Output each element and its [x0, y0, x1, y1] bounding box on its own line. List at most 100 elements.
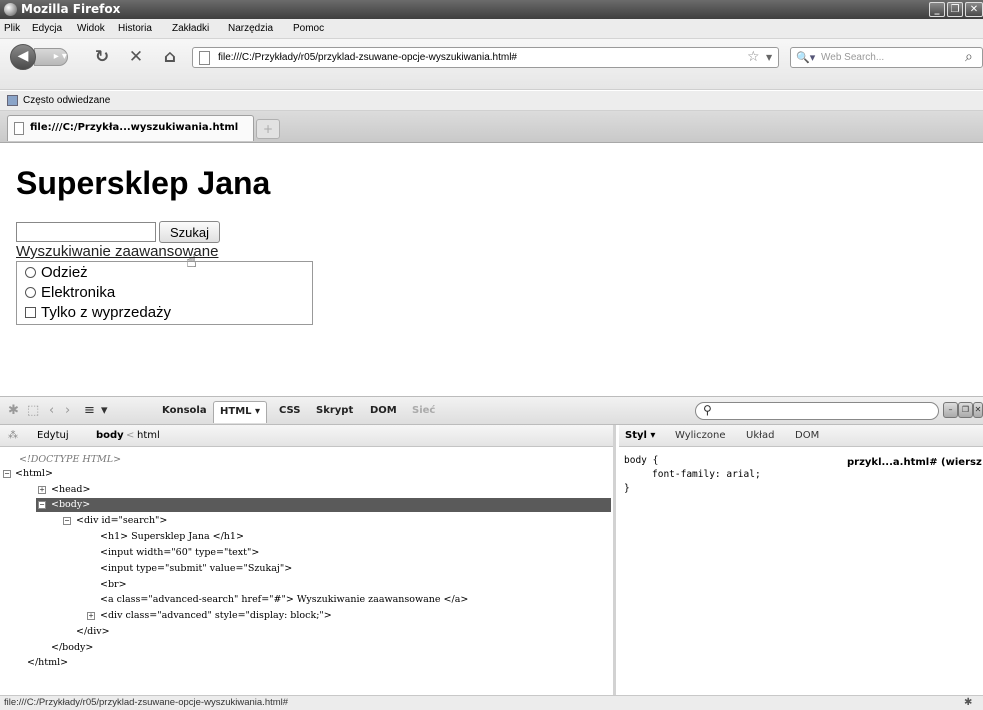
maximize-icon[interactable]: ❐	[947, 2, 963, 17]
firebug-html-panel: ⁂ Edytuj body < html <!DOCTYPE HTML> − <…	[0, 425, 616, 695]
firebug-bug-icon[interactable]: ✱	[8, 403, 19, 418]
search-engine-icon[interactable]: 🔍▾	[796, 51, 815, 64]
menu-bar: Plik Edycja Widok Historia Zakładki Narz…	[0, 19, 983, 39]
collapse-toggle-icon[interactable]: −	[63, 517, 71, 525]
url-text: file:///C:/Przykłady/r05/przyklad-zsuwan…	[218, 52, 517, 63]
reload-icon[interactable]: ↻	[92, 47, 112, 67]
web-search-box[interactable]: 🔍▾ Web Search... ⌕	[790, 47, 983, 68]
option-sale-only-label: Tylko z wyprzedaży	[41, 304, 172, 321]
option-clothing[interactable]: Odzież	[25, 264, 88, 281]
firebug-minimize-icon[interactable]: –	[943, 402, 958, 418]
code-html-open[interactable]: <html>	[15, 468, 53, 479]
advanced-options-panel: Odzież Elektronika Tylko z wyprzedaży	[16, 261, 313, 325]
code-input-submit[interactable]: <input type="submit" value="Szukaj">	[100, 563, 292, 574]
search-input[interactable]	[16, 222, 156, 242]
code-div-search[interactable]: <div id="search">	[76, 515, 167, 526]
menu-historia[interactable]: Historia	[118, 23, 152, 34]
status-text: file:///C:/Przykłady/r05/przyklad-zsuwan…	[4, 697, 289, 708]
back-arrow-icon[interactable]: ‹	[49, 403, 54, 418]
firebug-search-input[interactable]: ⚲	[695, 402, 939, 420]
forward-button[interactable]: ▸ ▾	[34, 48, 68, 66]
css-source-link[interactable]: przykl...a.html# (wiersz 6	[847, 457, 983, 468]
collapse-toggle-icon[interactable]: −	[3, 470, 11, 478]
bookmark-most-visited[interactable]: Często odwiedzane	[23, 95, 110, 106]
firebug-status-icon[interactable]: ✱	[964, 697, 972, 708]
new-tab-button[interactable]: +	[256, 119, 280, 139]
code-input-text[interactable]: <input width="60" type="text">	[100, 547, 259, 558]
search-icon: ⚲	[703, 403, 712, 417]
checkbox-sale-only[interactable]	[25, 307, 36, 318]
code-br[interactable]: <br>	[100, 579, 127, 590]
url-bar[interactable]: file:///C:/Przykłady/r05/przyklad-zsuwan…	[192, 47, 779, 68]
style-panel-tabs: Styl ▾ Wyliczone Układ DOM	[619, 425, 983, 447]
breadcrumb-icon: ⁂	[8, 430, 18, 441]
radio-electronics[interactable]	[25, 287, 36, 298]
tab-dom[interactable]: DOM	[370, 405, 397, 416]
menu-narzedzia[interactable]: Narzędzia	[228, 23, 273, 34]
back-button[interactable]: ◀	[10, 44, 36, 70]
tab-current[interactable]: file:///C:/Przykła...wyszukiwania.html	[7, 115, 254, 141]
dropdown-arrow-icon[interactable]: ▾	[101, 403, 108, 418]
code-div-advanced[interactable]: <div class="advanced" style="display: bl…	[100, 610, 332, 621]
option-electronics[interactable]: Elektronika	[25, 284, 115, 301]
breadcrumb-sep: <	[126, 430, 135, 441]
code-div-close[interactable]: </div>	[76, 626, 110, 637]
option-electronics-label: Elektronika	[41, 284, 116, 301]
menu-zakladki[interactable]: Zakładki	[172, 23, 209, 34]
bookmarks-toolbar: Często odwiedzane	[0, 91, 983, 111]
close-icon[interactable]: ✕	[965, 2, 983, 17]
navigation-toolbar: ▸ ▾ ◀ ↻ ✕ ⌂ file:///C:/Przykłady/r05/prz…	[0, 39, 983, 90]
tab-label: file:///C:/Przykła...wyszukiwania.html	[30, 122, 239, 133]
option-clothing-label: Odzież	[41, 264, 88, 281]
collapse-toggle-icon[interactable]: −	[38, 501, 46, 509]
code-body-open[interactable]: <body>	[51, 499, 90, 510]
page-icon	[199, 51, 210, 65]
tab-net[interactable]: Sieć	[412, 405, 435, 416]
tab-script[interactable]: Skrypt	[316, 405, 353, 416]
menu-pomoc[interactable]: Pomoc	[293, 23, 324, 34]
home-icon[interactable]: ⌂	[160, 47, 180, 67]
menu-plik[interactable]: Plik	[4, 23, 20, 34]
expand-toggle-icon[interactable]: +	[38, 486, 46, 494]
menu-edycja[interactable]: Edycja	[32, 23, 62, 34]
firebug-style-panel: Styl ▾ Wyliczone Układ DOM body { font-f…	[619, 425, 983, 695]
stop-icon[interactable]: ✕	[126, 47, 146, 67]
url-dropdown-icon[interactable]: ▼	[766, 53, 772, 62]
breadcrumb-body[interactable]: body	[96, 430, 124, 441]
code-head[interactable]: <head>	[51, 484, 90, 495]
bookmark-star-icon[interactable]: ☆	[747, 49, 760, 65]
tab-layout[interactable]: Układ	[746, 430, 774, 441]
css-rule[interactable]: font-family: arial;	[652, 469, 761, 480]
window-titlebar: Mozilla Firefox _ ❐ ✕	[0, 0, 983, 19]
tab-strip: file:///C:/Przykła...wyszukiwania.html +	[0, 111, 983, 143]
code-a[interactable]: <a class="advanced-search" href="#"> Wys…	[100, 594, 468, 605]
forward-arrow-icon[interactable]: ›	[65, 403, 70, 418]
web-search-placeholder: Web Search...	[821, 52, 885, 63]
inspect-icon[interactable]: ⬚	[27, 403, 39, 418]
css-selector[interactable]: body {	[624, 455, 658, 466]
firebug-detach-icon[interactable]: ❐	[958, 402, 973, 418]
menu-lines-icon[interactable]: ≡	[84, 403, 95, 418]
tab-css[interactable]: CSS	[279, 405, 300, 416]
breadcrumb-html[interactable]: html	[137, 430, 160, 441]
radio-clothing[interactable]	[25, 267, 36, 278]
tab-dom-side[interactable]: DOM	[795, 430, 819, 441]
tab-computed[interactable]: Wyliczone	[675, 430, 726, 441]
option-sale-only[interactable]: Tylko z wyprzedaży	[25, 304, 171, 321]
search-icon[interactable]: ⌕	[965, 49, 973, 65]
menu-widok[interactable]: Widok	[77, 23, 105, 34]
code-doctype: <!DOCTYPE HTML>	[19, 454, 122, 465]
tab-html[interactable]: HTML ▾	[213, 401, 268, 423]
expand-toggle-icon[interactable]: +	[87, 612, 95, 620]
code-html-close[interactable]: </html>	[27, 657, 68, 668]
code-h1[interactable]: <h1> Supersklep Jana </h1>	[100, 531, 244, 542]
minimize-icon[interactable]: _	[929, 2, 945, 17]
window-title: Mozilla Firefox	[21, 2, 121, 16]
search-button[interactable]: Szukaj	[159, 221, 220, 243]
code-body-close[interactable]: </body>	[51, 642, 93, 653]
edit-button[interactable]: Edytuj	[37, 430, 69, 441]
tab-console[interactable]: Konsola	[162, 405, 207, 416]
firebug-close-icon[interactable]: ✕	[973, 402, 983, 418]
tab-style[interactable]: Styl ▾	[625, 430, 655, 441]
page-content: Supersklep Jana Szukaj Wyszukiwanie zaaw…	[0, 143, 983, 396]
